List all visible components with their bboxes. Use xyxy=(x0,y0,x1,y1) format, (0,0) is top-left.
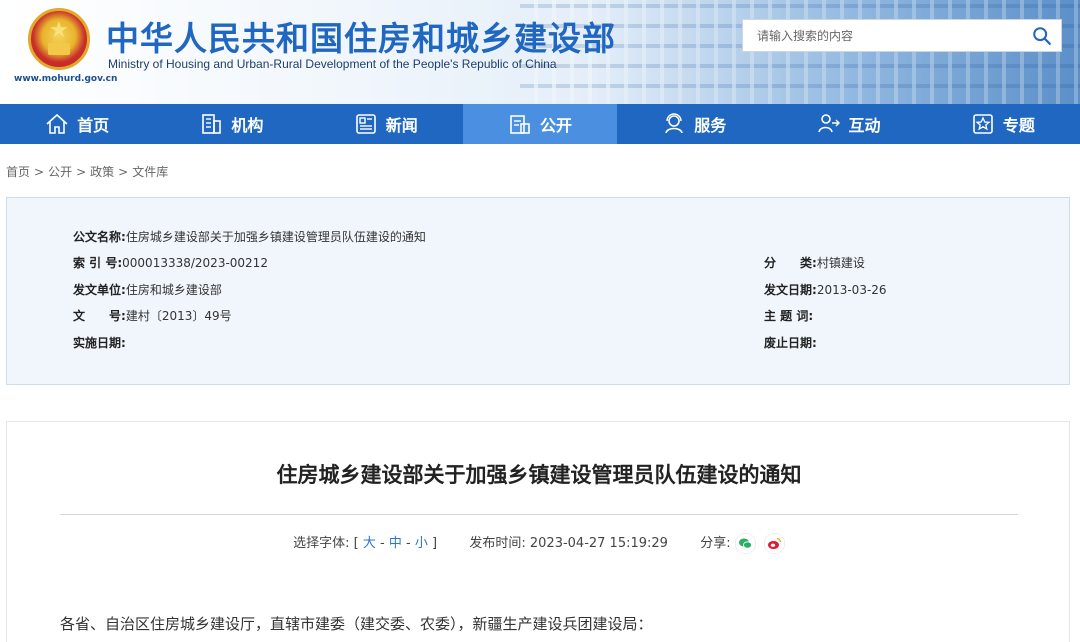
nav-item-interaction[interactable]: 互动 xyxy=(771,104,925,144)
font-size-label: 选择字体: xyxy=(293,536,350,551)
search-icon[interactable] xyxy=(1031,25,1053,47)
meta-keywords: 主 题 词: xyxy=(764,307,813,324)
nav-item-organization[interactable]: 机构 xyxy=(154,104,308,144)
meta-issuer-label: 发文单位: xyxy=(73,283,126,297)
meta-effective-date: 实施日期: xyxy=(73,334,126,351)
search-input[interactable] xyxy=(743,20,1019,51)
search-box xyxy=(742,19,1062,52)
public-icon xyxy=(510,115,530,134)
breadcrumb-public[interactable]: 公开 xyxy=(48,165,72,179)
meta-doc-name: 公文名称:住房城乡建设部关于加强乡镇建设管理员队伍建设的通知 xyxy=(73,228,426,245)
topic-icon xyxy=(973,114,993,134)
nav-label-interaction: 互动 xyxy=(848,116,881,135)
site-subtitle: Ministry of Housing and Urban-Rural Deve… xyxy=(108,57,557,71)
meta-category: 分 类:村镇建设 xyxy=(764,254,865,271)
meta-issue-date-value: 2013-03-26 xyxy=(816,283,887,297)
nav-label-home: 首页 xyxy=(77,116,110,135)
nav-label-news: 新闻 xyxy=(385,116,418,135)
nav-label-topic: 专题 xyxy=(1002,116,1035,135)
building-icon xyxy=(202,114,222,134)
article-toolbar: 选择字体: [ 大 - 中 - 小 ] 发布时间: 2023-04-27 15:… xyxy=(7,532,1071,554)
publish-time-value: 2023-04-27 15:19:29 xyxy=(529,536,668,551)
meta-index: 索 引 号:000013338/2023-00212 xyxy=(73,254,268,271)
font-size-small-link[interactable]: 小 xyxy=(415,536,428,551)
meta-index-value: 000013338/2023-00212 xyxy=(122,256,268,270)
meta-abolish-date: 废止日期: xyxy=(764,334,817,351)
document-metadata: 公文名称:住房城乡建设部关于加强乡镇建设管理员队伍建设的通知 索 引 号:000… xyxy=(6,197,1070,385)
meta-issuer-value: 住房和城乡建设部 xyxy=(125,283,222,297)
meta-doc-name-value: 住房城乡建设部关于加强乡镇建设管理员队伍建设的通知 xyxy=(125,230,426,244)
meta-effective-label: 实施日期: xyxy=(73,336,126,350)
article: 住房城乡建设部关于加强乡镇建设管理员队伍建设的通知 选择字体: [ 大 - 中 … xyxy=(6,421,1070,642)
dash: - xyxy=(405,536,411,551)
nav-item-public[interactable]: 公开 xyxy=(462,104,618,144)
breadcrumb-separator: > xyxy=(76,165,87,179)
nav-item-home[interactable]: 首页 xyxy=(0,104,154,144)
nav-label-organization: 机构 xyxy=(231,116,264,135)
nav-label-public: 公开 xyxy=(539,116,572,135)
meta-doc-no-label: 文 号: xyxy=(73,309,126,323)
news-icon xyxy=(355,114,376,134)
breadcrumb-separator: > xyxy=(34,165,45,179)
breadcrumb-library[interactable]: 文件库 xyxy=(132,165,168,179)
breadcrumb-home[interactable]: 首页 xyxy=(6,165,30,179)
article-title: 住房城乡建设部关于加强乡镇建设管理员队伍建设的通知 xyxy=(276,463,802,487)
dash: - xyxy=(379,536,385,551)
home-icon xyxy=(46,113,68,134)
meta-issue-date-label: 发文日期: xyxy=(764,283,817,297)
bracket-open: [ xyxy=(353,536,359,551)
wechat-share-icon[interactable] xyxy=(734,533,756,554)
site-title[interactable]: 中华人民共和国住房和城乡建设部 xyxy=(106,12,616,60)
meta-index-label: 索 引 号: xyxy=(73,256,123,270)
weibo-share-icon[interactable] xyxy=(763,533,785,554)
site-url: www.mohurd.gov.cn xyxy=(14,74,118,84)
nav-label-service: 服务 xyxy=(694,116,727,135)
site-header: ★ www.mohurd.gov.cn 中华人民共和国住房和城乡建设部 Mini… xyxy=(0,0,1080,104)
nav-item-service[interactable]: 服务 xyxy=(617,104,771,144)
breadcrumb-policy[interactable]: 政策 xyxy=(90,165,114,179)
meta-issue-date: 发文日期:2013-03-26 xyxy=(764,281,887,298)
nav-item-topic[interactable]: 专题 xyxy=(926,104,1080,144)
national-emblem-icon[interactable]: ★ xyxy=(28,8,90,70)
title-divider xyxy=(60,514,1018,515)
article-body-first-line: 各省、自治区住房城乡建设厅，直辖市建委（建交委、农委），新疆生产建设兵团建设局： xyxy=(60,615,653,633)
meta-category-label: 分 类: xyxy=(764,256,817,270)
font-size-selector: 选择字体: [ 大 - 中 - 小 ] xyxy=(293,536,441,551)
meta-abolish-label: 废止日期: xyxy=(764,336,817,350)
font-size-medium-link[interactable]: 中 xyxy=(389,536,402,551)
nav-item-news[interactable]: 新闻 xyxy=(309,104,463,144)
main-nav: 首页 机构 新闻 公开 服务 互动 专题 xyxy=(0,104,1080,144)
publish-time-label: 发布时间: xyxy=(469,536,526,551)
breadcrumb-separator: > xyxy=(118,165,129,179)
meta-doc-no-value: 建村〔2013〕49号 xyxy=(125,309,232,323)
meta-keywords-label: 主 题 词: xyxy=(764,309,814,323)
meta-issuer: 发文单位:住房和城乡建设部 xyxy=(73,281,222,298)
interaction-icon xyxy=(817,114,840,133)
font-size-large-link[interactable]: 大 xyxy=(363,536,376,551)
service-icon xyxy=(665,113,684,134)
breadcrumb: 首页 > 公开 > 政策 > 文件库 xyxy=(6,163,168,180)
meta-category-value: 村镇建设 xyxy=(816,256,865,270)
meta-doc-no: 文 号:建村〔2013〕49号 xyxy=(73,307,232,324)
meta-doc-name-label: 公文名称: xyxy=(73,230,126,244)
bracket-close: ] xyxy=(431,536,438,551)
share-label: 分享: xyxy=(700,536,731,551)
